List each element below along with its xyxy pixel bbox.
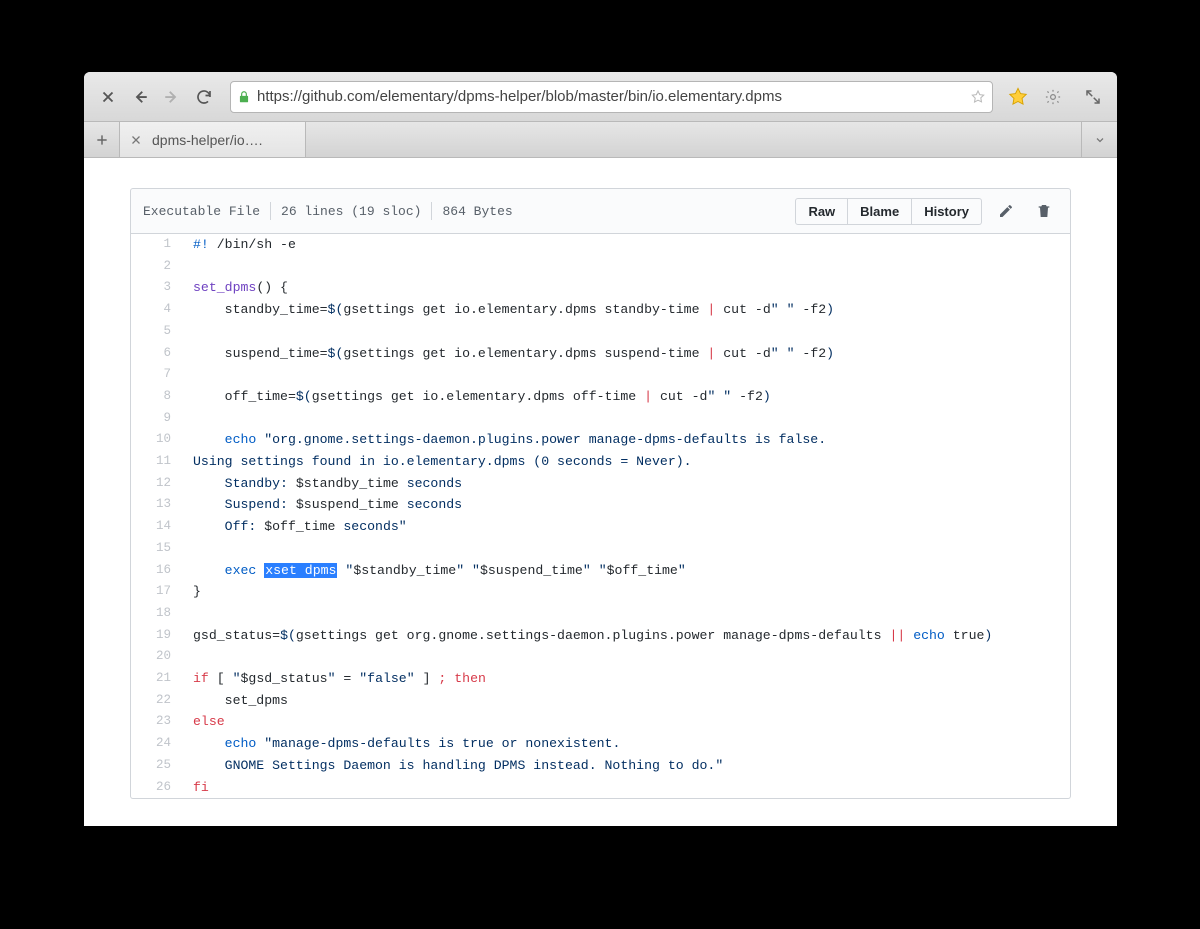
line-number[interactable]: 25 [131, 755, 181, 777]
code-line[interactable] [181, 364, 193, 386]
line-number[interactable]: 22 [131, 690, 181, 712]
code-line[interactable]: set_dpms() { [181, 277, 288, 299]
browser-toolbar: https://github.com/elementary/dpms-helpe… [84, 72, 1117, 122]
code-line[interactable] [181, 603, 193, 625]
code-line[interactable]: off_time=$(gsettings get io.elementary.d… [181, 386, 771, 408]
code-line[interactable]: Standby: $standby_time seconds [181, 473, 462, 495]
line-number[interactable]: 26 [131, 777, 181, 799]
tab-close-icon[interactable] [130, 134, 142, 146]
file-type: Executable File [143, 204, 260, 219]
blame-button[interactable]: Blame [848, 198, 912, 225]
forward-button [156, 81, 188, 113]
raw-button[interactable]: Raw [795, 198, 848, 225]
tab-strip: dpms-helper/io…. [84, 122, 1117, 158]
line-number[interactable]: 3 [131, 277, 181, 299]
url-text: https://github.com/elementary/dpms-helpe… [257, 88, 966, 105]
file-lines: 26 lines (19 sloc) [281, 204, 421, 219]
tab-overflow-button[interactable] [1081, 122, 1117, 157]
history-button[interactable]: History [912, 198, 982, 225]
code-line[interactable]: Suspend: $suspend_time seconds [181, 494, 462, 516]
browser-window: https://github.com/elementary/dpms-helpe… [84, 72, 1117, 826]
tab-title: dpms-helper/io…. [152, 132, 295, 148]
code-line[interactable]: echo "org.gnome.settings-daemon.plugins.… [181, 429, 826, 451]
code-line[interactable]: Using settings found in io.elementary.dp… [181, 451, 692, 473]
code-line[interactable]: Off: $off_time seconds" [181, 516, 407, 538]
back-button[interactable] [124, 81, 156, 113]
code-line[interactable]: #! /bin/sh -e [181, 234, 296, 256]
code-line[interactable]: echo "manage-dpms-defaults is true or no… [181, 733, 620, 755]
url-bar[interactable]: https://github.com/elementary/dpms-helpe… [230, 81, 993, 113]
code-line[interactable]: fi [181, 777, 209, 799]
code-line[interactable]: } [181, 581, 201, 603]
close-icon[interactable] [92, 81, 124, 113]
line-number[interactable]: 19 [131, 625, 181, 647]
delete-icon[interactable] [1030, 197, 1058, 225]
code-line[interactable]: suspend_time=$(gsettings get io.elementa… [181, 343, 834, 365]
code-line[interactable] [181, 408, 193, 430]
reload-button[interactable] [188, 81, 220, 113]
line-number[interactable]: 7 [131, 364, 181, 386]
line-number[interactable]: 20 [131, 646, 181, 668]
code-line[interactable]: standby_time=$(gsettings get io.elementa… [181, 299, 834, 321]
code-line[interactable]: else [181, 711, 225, 733]
code-line[interactable] [181, 321, 193, 343]
line-number[interactable]: 23 [131, 711, 181, 733]
line-number[interactable]: 9 [131, 408, 181, 430]
line-number[interactable]: 14 [131, 516, 181, 538]
code-line[interactable]: set_dpms [181, 690, 288, 712]
favorites-star-icon[interactable] [1007, 86, 1029, 108]
tab-dpms-helper[interactable]: dpms-helper/io…. [120, 122, 306, 157]
line-number[interactable]: 4 [131, 299, 181, 321]
line-number[interactable]: 13 [131, 494, 181, 516]
code-line[interactable]: exec xset dpms "$standby_time" "$suspend… [181, 560, 686, 582]
code-line[interactable]: GNOME Settings Daemon is handling DPMS i… [181, 755, 723, 777]
code-blob: 1#! /bin/sh -e 2 3set_dpms() { 4 standby… [130, 234, 1071, 799]
line-number[interactable]: 1 [131, 234, 181, 256]
file-action-group: Raw Blame History [795, 198, 982, 225]
code-line[interactable]: if [ "$gsd_status" = "false" ] ; then [181, 668, 486, 690]
line-number[interactable]: 12 [131, 473, 181, 495]
file-size: 864 Bytes [442, 204, 512, 219]
line-number[interactable]: 21 [131, 668, 181, 690]
code-line[interactable]: gsd_status=$(gsettings get org.gnome.set… [181, 625, 992, 647]
lock-icon [237, 90, 251, 104]
line-number[interactable]: 17 [131, 581, 181, 603]
edit-icon[interactable] [992, 197, 1020, 225]
line-number[interactable]: 11 [131, 451, 181, 473]
fullscreen-icon[interactable] [1077, 81, 1109, 113]
code-line[interactable] [181, 256, 193, 278]
line-number[interactable]: 8 [131, 386, 181, 408]
bookmark-star-icon[interactable] [970, 89, 986, 105]
line-number[interactable]: 5 [131, 321, 181, 343]
selected-text: xset dpms [264, 563, 337, 578]
line-number[interactable]: 16 [131, 560, 181, 582]
code-line[interactable] [181, 646, 193, 668]
code-line[interactable] [181, 538, 193, 560]
line-number[interactable]: 18 [131, 603, 181, 625]
line-number[interactable]: 24 [131, 733, 181, 755]
page-content: Executable File 26 lines (19 sloc) 864 B… [84, 158, 1117, 826]
line-number[interactable]: 15 [131, 538, 181, 560]
line-number[interactable]: 10 [131, 429, 181, 451]
line-number[interactable]: 6 [131, 343, 181, 365]
file-header: Executable File 26 lines (19 sloc) 864 B… [130, 188, 1071, 234]
line-number[interactable]: 2 [131, 256, 181, 278]
new-tab-button[interactable] [84, 122, 120, 157]
gear-icon[interactable] [1037, 81, 1069, 113]
